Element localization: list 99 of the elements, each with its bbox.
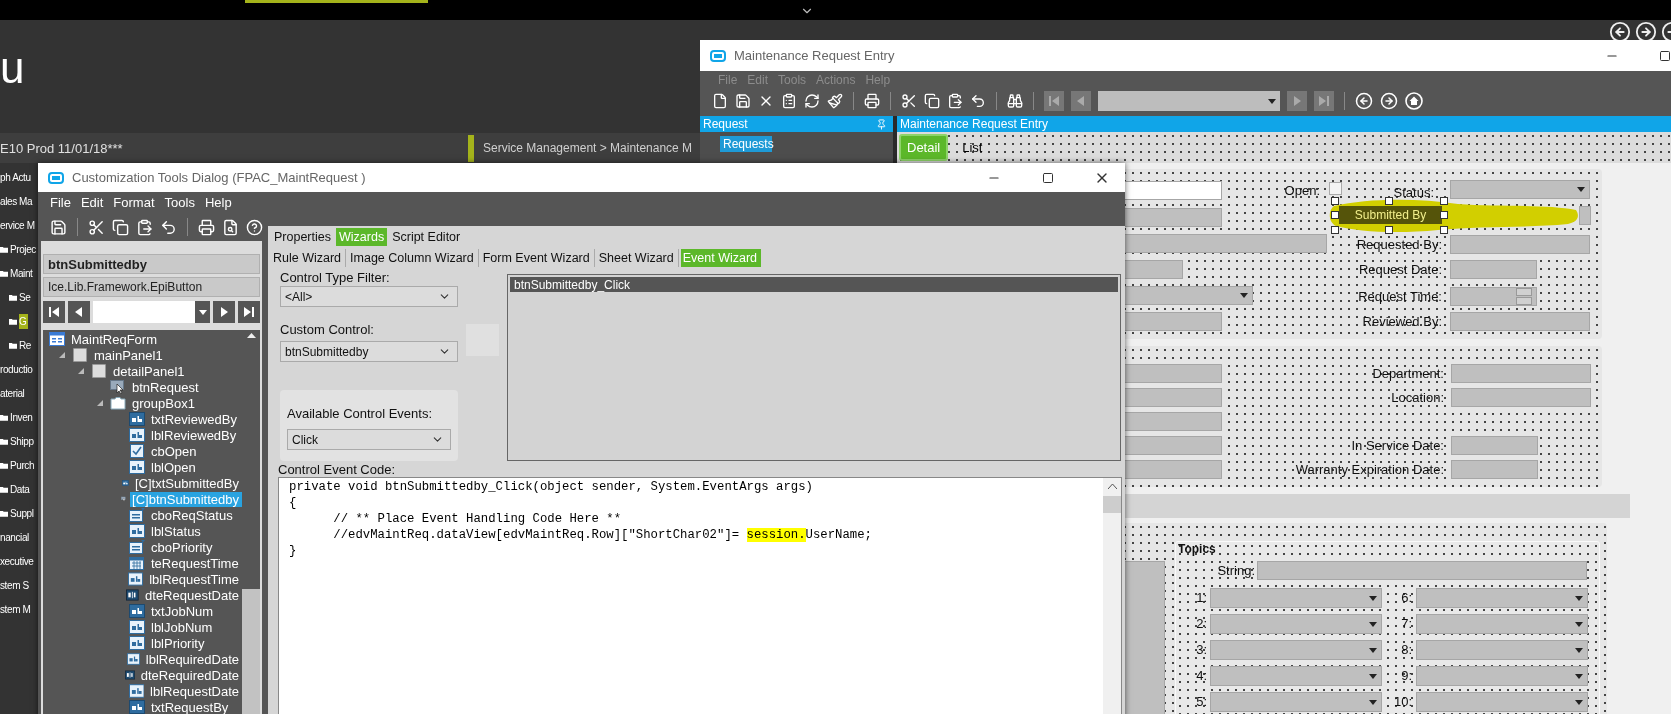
tree-item[interactable]: txtRequestBy [149, 699, 232, 714]
control-name-field[interactable]: btnSubmittedby [43, 254, 260, 274]
tree-item[interactable]: lblRequestDate [148, 683, 242, 699]
panel-title: Maintenance Request Entry [900, 117, 1049, 131]
nav-item[interactable]: roductio [0, 361, 35, 377]
tab[interactable]: Form Event Wizard [480, 249, 595, 267]
field-label: 5: [1196, 693, 1207, 711]
tree-item[interactable]: mainPanel1 [92, 347, 166, 363]
tree-item[interactable]: cboPriority [149, 539, 216, 555]
select-field[interactable]: <All> [280, 286, 458, 307]
field-label: Open: [1284, 182, 1320, 200]
tree-item[interactable]: lblJobNum [149, 619, 216, 635]
menu-item[interactable]: Format [113, 195, 155, 210]
nav-item[interactable]: stem M [0, 601, 33, 617]
code-line: } [289, 543, 298, 559]
nav-item[interactable]: Data [10, 481, 32, 497]
menu-item[interactable]: Help [204, 195, 232, 210]
menu-item[interactable]: Edit [80, 195, 104, 210]
nav-item[interactable]: Inven [10, 409, 35, 425]
logo-text: u [0, 46, 25, 90]
form-tab[interactable]: List [956, 134, 989, 161]
field-label: Location: [1391, 389, 1444, 407]
nav-item[interactable]: ervice M [0, 217, 37, 233]
tree-item[interactable]: dteRequestDate [143, 587, 242, 603]
nav-item[interactable]: Maint [10, 265, 35, 281]
field-label: 10: [1393, 693, 1412, 711]
tree-item[interactable]: lblStatus [149, 523, 204, 539]
panel-title: Request [703, 117, 748, 131]
nav-item[interactable]: Se [19, 289, 33, 305]
nav-item[interactable]: Re [19, 337, 33, 353]
environment-label: E10 Prod 11/01/18*** [0, 140, 124, 156]
field-label: 8: [1401, 641, 1412, 659]
field-label: 1: [1196, 589, 1207, 607]
nav-item[interactable]: xecutive [0, 553, 36, 569]
window-title: Maintenance Request Entry [734, 48, 895, 63]
tree-item[interactable]: teRequestTime [149, 555, 242, 571]
field-label: Request Time: [1358, 288, 1442, 306]
select-field[interactable]: btnSubmittedby [280, 341, 458, 362]
field-label: 4: [1196, 667, 1207, 685]
tree-item[interactable]: lblRequiredDate [143, 651, 242, 667]
tab[interactable]: Properties [271, 228, 334, 246]
field-label: Available Control Events: [287, 406, 433, 421]
code-line: //edvMaintReq.dataView[edvMaintReq.Row]["ShortChar02"]= session.UserName; [332, 527, 873, 543]
tab[interactable]: Rule Wizard [271, 249, 347, 267]
tree-item[interactable]: txtJobNum [149, 603, 217, 619]
tree-item[interactable]: cboReqStatus [149, 507, 236, 523]
tab[interactable]: Image Column Wizard [348, 249, 479, 267]
nav-item[interactable]: Suppl [10, 505, 36, 521]
submitted-by-button[interactable]: Submitted By [1339, 206, 1442, 224]
tree-item[interactable]: txtReviewedBy [149, 411, 240, 427]
tree-item[interactable]: groupBox1 [130, 395, 198, 411]
field-label: String: [1217, 562, 1255, 580]
field-label: 2: [1196, 615, 1207, 633]
nav-item[interactable]: stem S [0, 577, 31, 593]
field-label: Status: [1393, 184, 1434, 202]
tree-item[interactable]: dteRequiredDate [138, 667, 242, 683]
tree-item[interactable]: lblPriority [149, 635, 208, 651]
tree-item[interactable]: [C]txtSubmittedBy [132, 475, 242, 491]
group-title: Topics [1178, 542, 1216, 556]
field-label: Control Event Code: [278, 462, 397, 477]
field-label: Custom Control: [280, 322, 375, 337]
code-line: private void btnSubmittedby_Click(object sender, System.EventArgs args) [289, 479, 814, 495]
nav-item[interactable]: aterial [0, 385, 27, 401]
dialog-title: Customization Tools Dialog (FPAC_MaintRequest ) [72, 170, 366, 185]
field-label: Reviewed By: [1362, 313, 1442, 331]
field-label: 6: [1401, 589, 1412, 607]
field-label: 9: [1401, 667, 1412, 685]
field-label: Request Date: [1358, 261, 1442, 279]
control-type-field[interactable]: Ice.Lib.Framework.EpiButton [43, 277, 260, 297]
tree-item[interactable]: detailPanel1 [111, 363, 188, 379]
field-label: 3: [1196, 641, 1207, 659]
field-label: Requested By: [1356, 236, 1442, 254]
tab[interactable]: Sheet Wizard [596, 249, 679, 267]
field-label: 7: [1401, 615, 1412, 633]
tree-item[interactable]: MaintReqForm [69, 331, 160, 347]
tree-item[interactable]: lblOpen [149, 459, 199, 475]
nav-item[interactable]: nancial [0, 529, 31, 545]
nav-item[interactable]: Projec [10, 241, 38, 257]
nav-item[interactable]: Purch [10, 457, 37, 473]
select-field[interactable]: Click [287, 429, 451, 450]
nav-item[interactable]: Shipp [10, 433, 36, 449]
tree-item[interactable]: cbOpen [149, 443, 200, 459]
field-label: Department: [1372, 365, 1444, 383]
menu-item[interactable]: Tools [164, 195, 195, 210]
tree-item[interactable]: lblReviewedBy [149, 427, 240, 443]
tree-item[interactable]: btnRequest [130, 379, 202, 395]
tab[interactable]: Script Editor [389, 228, 464, 246]
field-label: In Service Date: [1351, 437, 1444, 455]
code-editor[interactable]: private void btnSubmittedby_Click(object sender, System.EventArgs args) { // ** Place Event Handling Code Here ** //edvMaintReq.dataView[edvMaintReq.Row]["ShortChar02"]= session.UserName; } [278, 477, 1122, 714]
code-line: // ** Place Event Handling Code Here ** [332, 511, 623, 527]
nav-item[interactable]: ph Actu [0, 169, 33, 185]
tree-item[interactable]: lblRequestTime [147, 571, 242, 587]
nav-item[interactable]: ales Ma [0, 193, 35, 209]
code-line: { [289, 495, 298, 511]
field-label: Control Type Filter: [280, 270, 391, 285]
field-label: Warranty Expiration Date: [1295, 461, 1444, 479]
breadcrumb: Service Management > Maintenance M [483, 141, 693, 155]
menu-item[interactable]: File [50, 195, 71, 210]
list-item[interactable]: btnSubmittedby_Click [510, 277, 1118, 292]
